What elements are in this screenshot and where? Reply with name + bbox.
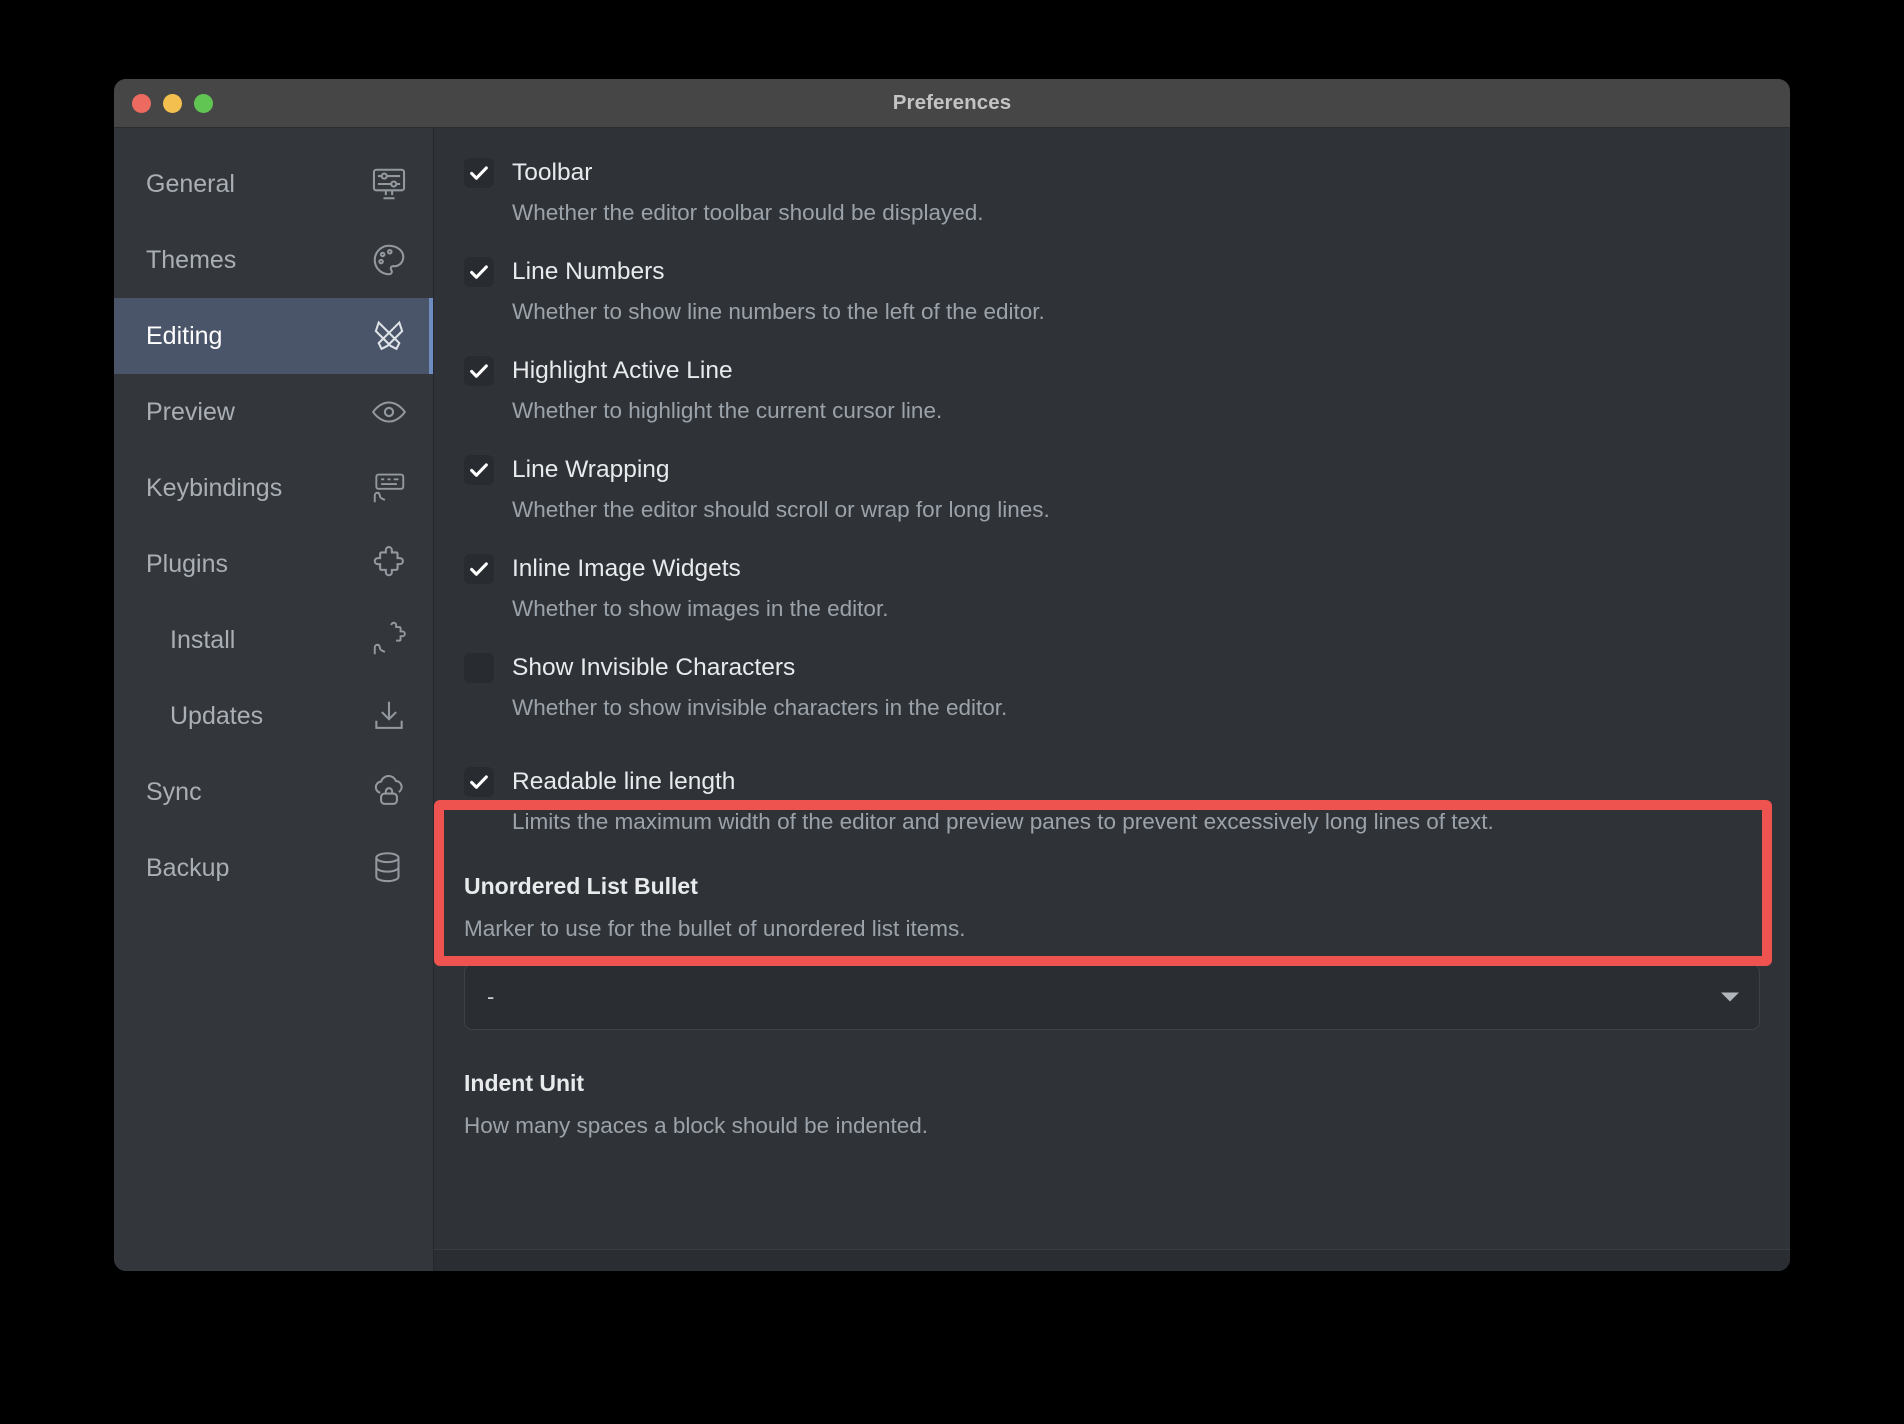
screen: Preferences General Themes Editing Previ…	[0, 0, 1904, 1424]
setting-unordered-list-bullet: Unordered List Bullet Marker to use for …	[464, 873, 1760, 1030]
field-description: Marker to use for the bullet of unordere…	[464, 916, 966, 941]
field-label: Indent Unit	[464, 1070, 585, 1096]
line-numbers-checkbox[interactable]	[464, 257, 494, 287]
puzzle-piece-icon	[369, 544, 409, 584]
palette-icon	[369, 240, 409, 280]
field-description: How many spaces a block should be indent…	[464, 1113, 929, 1138]
sidebar-item-plugins[interactable]: Plugins	[114, 526, 433, 602]
setting-description: Limits the maximum width of the editor a…	[512, 809, 1494, 834]
highlight-active-line-checkbox[interactable]	[464, 356, 494, 386]
sidebar-item-label: Sync	[146, 777, 202, 806]
sidebar-item-general[interactable]: General	[114, 146, 433, 222]
window-controls	[132, 93, 213, 113]
minimize-button[interactable]	[163, 93, 182, 113]
setting-toolbar: Toolbar Whether the editor toolbar shoul…	[464, 156, 1760, 226]
sidebar-item-backup[interactable]: Backup	[114, 830, 433, 906]
setting-description: Whether the editor toolbar should be dis…	[512, 200, 984, 225]
window-title: Preferences	[892, 91, 1012, 114]
setting-row[interactable]: Readable line length	[464, 765, 1760, 799]
monitor-sliders-icon	[369, 164, 409, 204]
sidebar-item-install[interactable]: Install	[114, 602, 433, 678]
setting-title: Inline Image Widgets	[512, 555, 741, 582]
sidebar-item-preview[interactable]: Preview	[114, 374, 433, 450]
preferences-window: Preferences General Themes Editing Previ…	[114, 79, 1790, 1271]
eye-icon	[369, 392, 409, 432]
sidebar-item-label: Install	[170, 625, 236, 654]
setting-show-invisible-characters: Show Invisible Characters Whether to sho…	[464, 651, 1760, 721]
puzzle-hand-icon	[369, 620, 409, 660]
setting-indent-unit: Indent Unit How many spaces a block shou…	[464, 1070, 1760, 1139]
unordered-list-bullet-select[interactable]: -	[464, 964, 1760, 1030]
chevron-down-icon	[1721, 992, 1739, 1002]
toolbar-checkbox[interactable]	[464, 158, 494, 188]
readable-line-length-checkbox[interactable]	[464, 767, 494, 797]
setting-row[interactable]: Line Numbers	[464, 255, 1760, 289]
setting-description: Whether to show invisible characters in …	[512, 695, 1008, 720]
setting-line-numbers: Line Numbers Whether to show line number…	[464, 255, 1760, 325]
setting-line-wrapping: Line Wrapping Whether the editor should …	[464, 453, 1760, 523]
settings-panel: Toolbar Whether the editor toolbar shoul…	[434, 128, 1790, 1271]
setting-description: Whether the editor should scroll or wrap…	[512, 497, 1050, 522]
setting-readable-line-length: Readable line length Limits the maximum …	[464, 765, 1760, 835]
sidebar-item-label: Preview	[146, 397, 235, 426]
setting-inline-image-widgets: Inline Image Widgets Whether to show ima…	[464, 552, 1760, 622]
download-icon	[369, 696, 409, 736]
setting-title: Line Wrapping	[512, 456, 670, 483]
panel-bottom-strip	[434, 1249, 1790, 1271]
sidebar-item-label: Updates	[170, 701, 264, 730]
sidebar-item-label: Plugins	[146, 549, 228, 578]
inline-image-widgets-checkbox[interactable]	[464, 554, 494, 584]
window-body: General Themes Editing Preview Keybindin…	[114, 128, 1790, 1271]
setting-title: Toolbar	[512, 159, 593, 186]
field-label: Unordered List Bullet	[464, 873, 698, 899]
setting-description: Whether to show images in the editor.	[512, 596, 889, 621]
sidebar-item-updates[interactable]: Updates	[114, 678, 433, 754]
sidebar-item-label: Keybindings	[146, 473, 283, 502]
setting-row[interactable]: Inline Image Widgets	[464, 552, 1760, 586]
line-wrapping-checkbox[interactable]	[464, 455, 494, 485]
setting-row[interactable]: Line Wrapping	[464, 453, 1760, 487]
setting-highlight-active-line: Highlight Active Line Whether to highlig…	[464, 354, 1760, 424]
setting-row[interactable]: Toolbar	[464, 156, 1760, 190]
cloud-lock-icon	[369, 772, 409, 812]
sidebar-item-label: Editing	[146, 321, 223, 350]
setting-title: Highlight Active Line	[512, 357, 733, 384]
sidebar-item-label: General	[146, 169, 235, 198]
show-invisible-characters-checkbox[interactable]	[464, 653, 494, 683]
setting-row[interactable]: Show Invisible Characters	[464, 651, 1760, 685]
setting-row[interactable]: Highlight Active Line	[464, 354, 1760, 388]
select-value: -	[487, 984, 495, 1009]
sidebar-item-keybindings[interactable]: Keybindings	[114, 450, 433, 526]
sidebar-item-label: Backup	[146, 853, 230, 882]
sidebar-item-label: Themes	[146, 245, 237, 274]
close-button[interactable]	[132, 93, 151, 113]
setting-title: Readable line length	[512, 768, 736, 795]
setting-description: Whether to show line numbers to the left…	[512, 299, 1045, 324]
sidebar: General Themes Editing Preview Keybindin…	[114, 128, 434, 1271]
sidebar-item-sync[interactable]: Sync	[114, 754, 433, 830]
crossed-pens-icon	[369, 316, 409, 356]
sidebar-item-themes[interactable]: Themes	[114, 222, 433, 298]
setting-title: Line Numbers	[512, 258, 665, 285]
database-refresh-icon	[369, 848, 409, 888]
sidebar-item-editing[interactable]: Editing	[114, 298, 433, 374]
maximize-button[interactable]	[194, 93, 213, 113]
keyboard-hand-icon	[369, 468, 409, 508]
setting-description: Whether to highlight the current cursor …	[512, 398, 943, 423]
setting-title: Show Invisible Characters	[512, 654, 796, 681]
title-bar: Preferences	[114, 79, 1790, 128]
